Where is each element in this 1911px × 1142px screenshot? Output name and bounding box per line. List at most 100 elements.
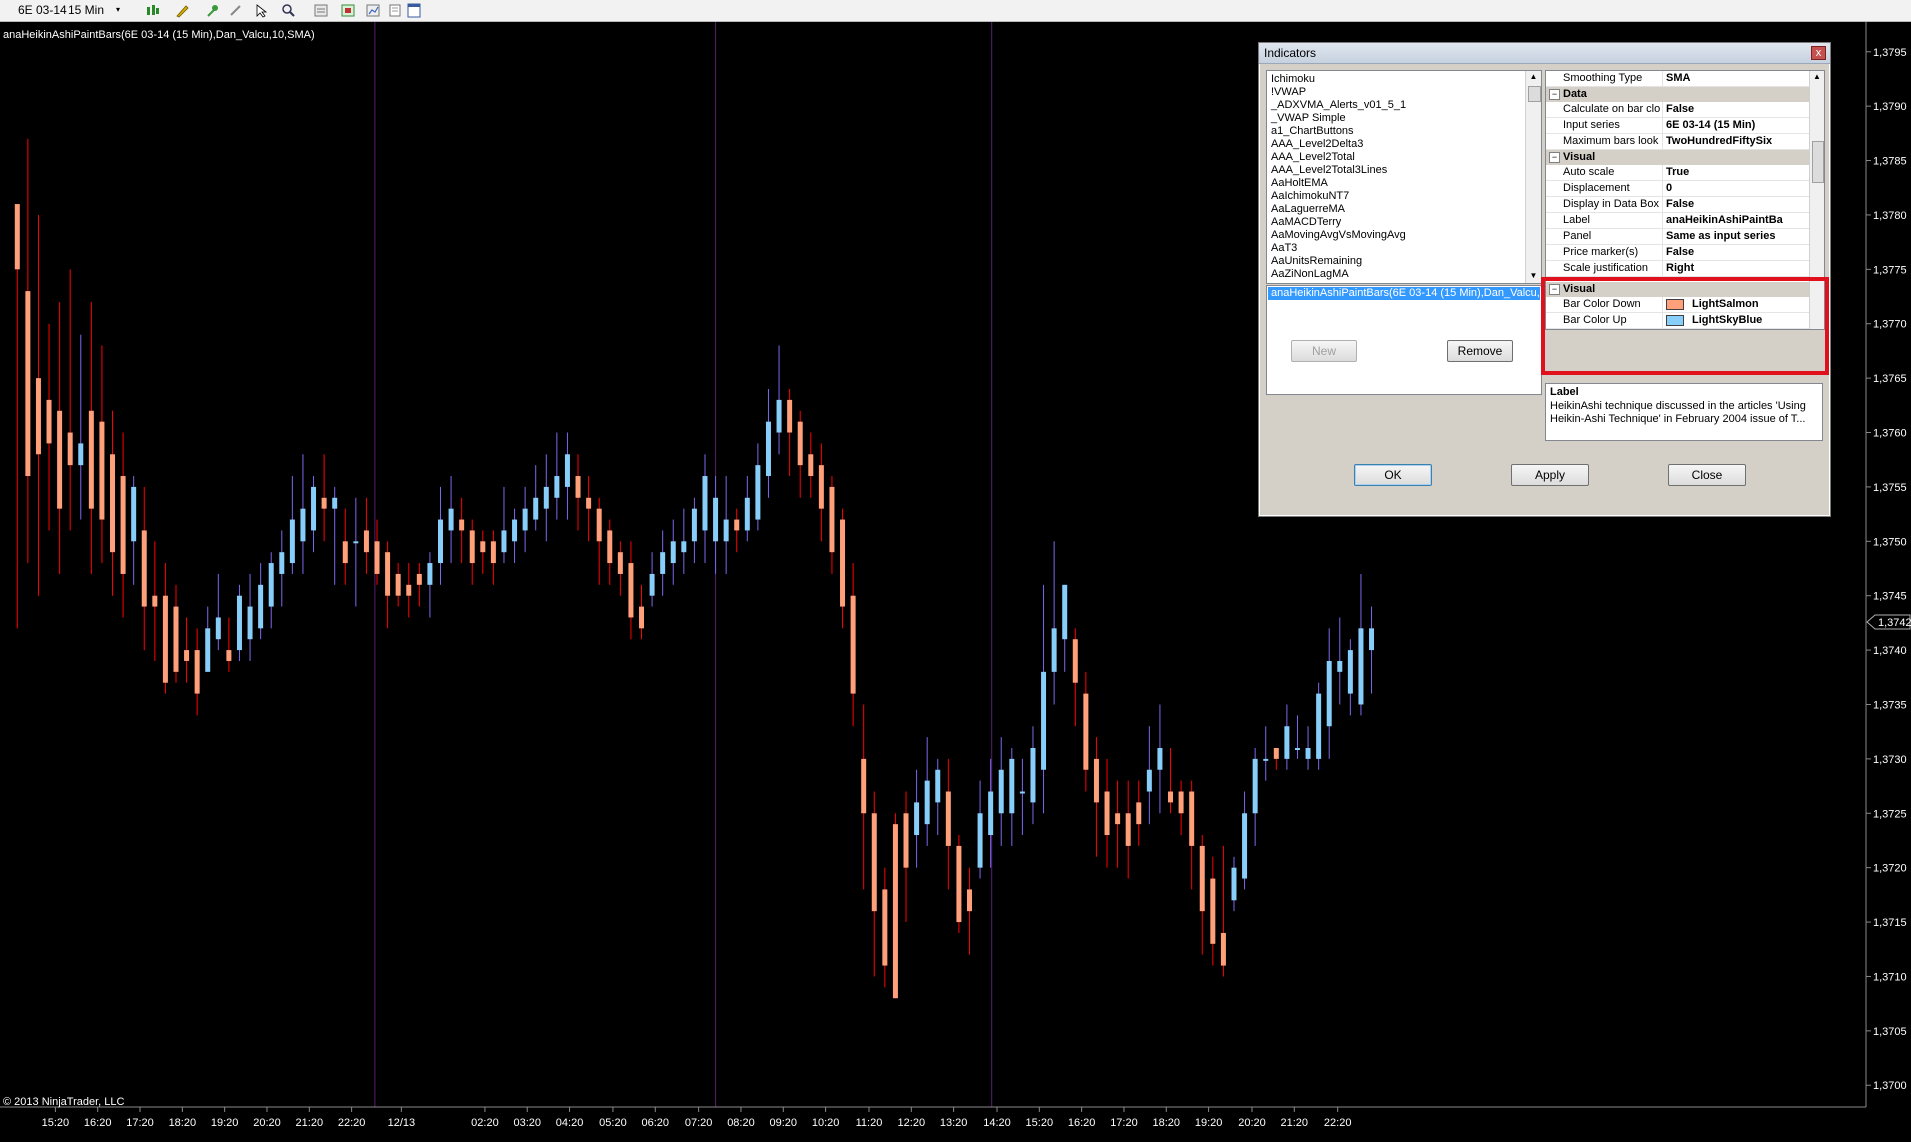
indicator-list-item[interactable]: AAA_Level2Delta3 xyxy=(1271,138,1363,150)
time-tick-label: 07:20 xyxy=(685,1117,713,1129)
candle-body xyxy=(57,410,63,509)
available-indicators-list[interactable]: Ichimoku !VWAP _ADXVMA_Alerts_v01_5_1 _VWAP… xyxy=(1266,70,1542,284)
property-value[interactable]: TwoHundredFiftySix xyxy=(1666,135,1808,147)
indicator-list-item[interactable]: a1_ChartButtons xyxy=(1271,125,1354,137)
indicator-list-item[interactable]: AaLaguerreMA xyxy=(1271,203,1345,215)
indicator-list-item[interactable]: AaUnitsRemaining xyxy=(1271,255,1362,267)
property-value[interactable]: False xyxy=(1666,198,1808,210)
scrollbar-thumb[interactable] xyxy=(1812,141,1824,183)
window-icon[interactable] xyxy=(407,3,422,18)
candle-body xyxy=(131,486,137,542)
candle-body xyxy=(882,889,888,966)
candle-body xyxy=(607,530,613,564)
candlestick-style-icon[interactable] xyxy=(145,3,160,18)
cursor-icon[interactable] xyxy=(254,3,269,18)
candle-body xyxy=(702,476,708,531)
property-row[interactable]: Calculate on bar close False xyxy=(1546,102,1809,118)
candle-down xyxy=(892,813,898,999)
dialog-close-button[interactable]: Close xyxy=(1668,464,1746,486)
indicator-list-item[interactable]: AaIchimokuNT7 xyxy=(1271,190,1349,202)
applied-indicator-item[interactable]: anaHeikinAshiPaintBars(6E 03-14 (15 Min)… xyxy=(1268,287,1540,300)
indicator-list-item[interactable]: AAA_Level2Total3Lines xyxy=(1271,164,1387,176)
draw-pencil-icon[interactable] xyxy=(175,3,190,18)
new-button[interactable]: New xyxy=(1291,340,1357,362)
scroll-down-icon[interactable]: ▼ xyxy=(1528,271,1539,282)
time-tick-label: 18:20 xyxy=(1153,1117,1181,1129)
property-value[interactable]: 0 xyxy=(1666,182,1808,194)
scrollbar-thumb[interactable] xyxy=(1528,86,1541,102)
chart-style-icon[interactable] xyxy=(366,3,381,18)
instrument-selector[interactable]: 6E 03-14 xyxy=(18,2,67,18)
candle-body xyxy=(1168,791,1174,803)
property-value[interactable]: False xyxy=(1666,103,1808,115)
property-category[interactable]: − Visual xyxy=(1546,150,1809,165)
indicator-list-item[interactable]: !VWAP xyxy=(1271,86,1306,98)
candle-body xyxy=(691,508,697,542)
property-row[interactable]: Scale justification Right xyxy=(1546,261,1809,277)
property-row[interactable]: Price marker(s) False xyxy=(1546,245,1809,261)
candle-body xyxy=(639,606,645,629)
collapse-icon[interactable]: − xyxy=(1549,152,1560,163)
property-row[interactable]: Panel Same as input series xyxy=(1546,229,1809,245)
indicator-list-item[interactable]: AaMACDTerry xyxy=(1271,216,1341,228)
property-row[interactable]: Maximum bars look ba TwoHundredFiftySix xyxy=(1546,134,1809,150)
indicator-list-item[interactable]: _ADXVMA_Alerts_v01_5_1 xyxy=(1271,99,1406,111)
property-name: Auto scale xyxy=(1563,166,1615,178)
candle-body xyxy=(1115,813,1121,825)
indicator-list-item[interactable]: AaZiNonLagMA xyxy=(1271,268,1349,280)
property-value[interactable]: SMA xyxy=(1666,72,1808,84)
price-tick-label: 1,3725 xyxy=(1873,808,1907,820)
chevron-down-icon[interactable]: ▾ xyxy=(116,2,120,18)
scroll-up-icon[interactable]: ▲ xyxy=(1528,72,1539,83)
description-text: HeikinAshi technique discussed in the ar… xyxy=(1550,400,1806,425)
indicator-list-item[interactable]: AaT3 xyxy=(1271,242,1297,254)
candle-body xyxy=(681,541,687,553)
property-value[interactable]: Right xyxy=(1666,262,1808,274)
link-icon[interactable] xyxy=(228,3,243,18)
property-row[interactable]: Input series 6E 03-14 (15 Min) xyxy=(1546,118,1809,134)
zoom-icon[interactable] xyxy=(281,3,296,18)
property-row[interactable]: Displacement 0 xyxy=(1546,181,1809,197)
property-value[interactable]: False xyxy=(1666,246,1808,258)
remove-button[interactable]: Remove xyxy=(1447,340,1513,362)
candle-body xyxy=(152,595,158,607)
apply-button[interactable]: Apply xyxy=(1511,464,1589,486)
copyright-label: © 2013 NinjaTrader, LLC xyxy=(3,1096,125,1108)
indicator-list-item[interactable]: AAA_Level2Total xyxy=(1271,151,1355,163)
property-value[interactable]: True xyxy=(1666,166,1808,178)
price-tick-label: 1,3785 xyxy=(1873,156,1907,168)
time-tick-label: 21:20 xyxy=(296,1117,324,1129)
candle-body xyxy=(765,421,771,477)
indicator-list-item[interactable]: Ichimoku xyxy=(1271,73,1315,85)
time-tick-label: 15:20 xyxy=(1026,1117,1054,1129)
strategy-icon[interactable] xyxy=(341,3,356,18)
indicators-dialog: Indicators x Ichimoku !VWAP _ADXVMA_Alerts… xyxy=(1258,42,1831,517)
indicator-list-item[interactable]: _VWAP Simple xyxy=(1271,112,1346,124)
pin-icon[interactable] xyxy=(206,3,221,18)
dialog-title: Indicators xyxy=(1264,46,1317,60)
property-value[interactable]: anaHeikinAshiPaintBa xyxy=(1666,214,1808,226)
property-row[interactable]: Auto scale True xyxy=(1546,165,1809,181)
collapse-icon[interactable]: − xyxy=(1549,89,1560,100)
indicator-list-item[interactable]: AaMovingAvgVsMovingAvg xyxy=(1271,229,1406,241)
indicator-list-item[interactable]: AaHoltEMA xyxy=(1271,177,1328,189)
data-box-icon[interactable] xyxy=(314,3,329,18)
property-value[interactable]: 6E 03-14 (15 Min) xyxy=(1666,119,1808,131)
dialog-titlebar[interactable]: Indicators x xyxy=(1259,43,1830,64)
property-category[interactable]: − Data xyxy=(1546,87,1809,102)
candle-body xyxy=(226,650,232,661)
scroll-up-icon[interactable]: ▲ xyxy=(1812,72,1822,82)
ok-button[interactable]: OK xyxy=(1354,464,1432,486)
property-row[interactable]: Label anaHeikinAshiPaintBa xyxy=(1546,213,1809,229)
property-value[interactable]: Same as input series xyxy=(1666,230,1808,242)
candle-body xyxy=(1146,769,1152,792)
property-row[interactable]: Smoothing Type SMA xyxy=(1546,71,1809,87)
candle-body xyxy=(522,508,528,531)
property-row[interactable]: Display in Data Box False xyxy=(1546,197,1809,213)
interval-selector[interactable]: 15 Min xyxy=(68,2,104,18)
list-scrollbar[interactable]: ▲ ▼ xyxy=(1525,71,1541,283)
candle-body xyxy=(469,530,475,564)
candle-body xyxy=(808,454,814,477)
close-icon[interactable]: x xyxy=(1811,46,1826,60)
properties-icon[interactable] xyxy=(388,3,403,18)
